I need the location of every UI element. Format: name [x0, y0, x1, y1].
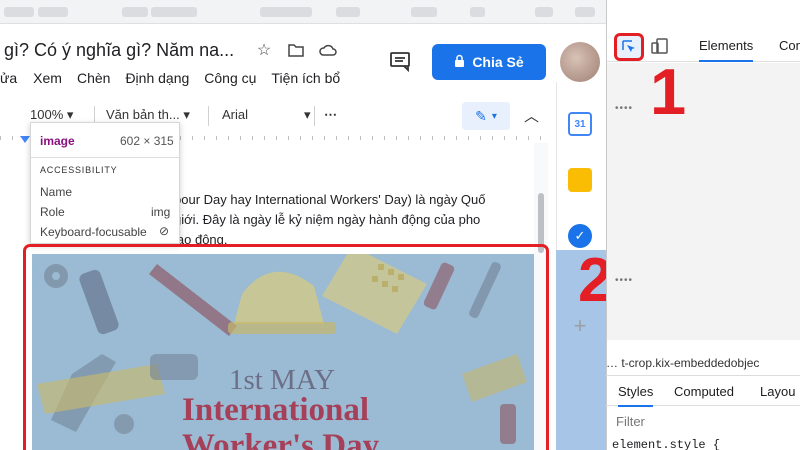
- devtools-toolbar: Elements Con: [607, 28, 800, 62]
- dom-ellipsis: ••••: [615, 103, 634, 114]
- tooltip-key: Name: [40, 185, 73, 199]
- pencil-icon: ✎: [475, 107, 487, 124]
- tab-computed[interactable]: Computed: [674, 384, 734, 399]
- tooltip-divider: [31, 157, 179, 158]
- tooltip-key: Keyboard-focusable: [40, 225, 147, 239]
- font-select[interactable]: Arial ▾: [222, 107, 311, 122]
- cloud-icon[interactable]: [318, 40, 338, 60]
- indent-marker[interactable]: [20, 136, 30, 143]
- tab-console[interactable]: Con: [779, 38, 800, 53]
- share-button[interactable]: Chia Sẻ: [432, 44, 546, 80]
- styles-tabs: Styles Computed Layou: [606, 376, 800, 407]
- dom-breadcrumb[interactable]: … t-crop.kix-embeddedobjec: [606, 356, 800, 376]
- document-title[interactable]: gì? Có ý nghĩa gì? Năm na...: [4, 40, 254, 61]
- menu-tools[interactable]: Công cụ: [204, 70, 256, 90]
- lock-icon: [454, 54, 465, 70]
- tab-layout[interactable]: Layou: [760, 384, 795, 399]
- inspect-element-button[interactable]: [614, 33, 644, 61]
- dom-ellipsis: ••••: [615, 275, 634, 286]
- add-icon[interactable]: +: [568, 313, 592, 338]
- device-toggle-icon[interactable]: [650, 36, 670, 56]
- step-number-1: 1: [650, 55, 687, 128]
- menu-format[interactable]: Định dạng: [125, 70, 189, 90]
- title-actions: ☆: [254, 40, 338, 60]
- toolbar-separator: [314, 106, 315, 126]
- docs-menubar: ửa Xem Chèn Định dạng Công cụ Tiện ích b…: [0, 70, 355, 90]
- inspect-tooltip: image 602 × 315 ACCESSIBILITY Name Role …: [30, 122, 180, 244]
- highlight-box-image: [23, 244, 549, 450]
- document-body-text[interactable]: bour Day hay International Workers' Day)…: [174, 190, 544, 250]
- not-allowed-icon: ⊘: [159, 224, 170, 238]
- zoom-select[interactable]: 100% ▾: [30, 107, 73, 123]
- devtools-dom-area: •••• ••••: [607, 63, 800, 340]
- paragraph-style-select[interactable]: Văn bản th... ▾: [106, 107, 190, 123]
- menu-insert[interactable]: Chèn: [77, 70, 110, 90]
- share-label: Chia Sẻ: [472, 54, 524, 70]
- tooltip-tag: image: [40, 134, 75, 148]
- element-style-rule: element.style {: [612, 438, 721, 450]
- more-icon[interactable]: ⋯: [324, 107, 337, 123]
- toolbar-separator: [208, 106, 209, 126]
- editing-mode-button[interactable]: ✎ ▾: [462, 102, 510, 130]
- star-icon[interactable]: ☆: [254, 40, 274, 60]
- tooltip-dimensions: 602 × 315: [120, 134, 174, 148]
- menu-edit[interactable]: ửa: [0, 70, 17, 90]
- comment-icon[interactable]: [388, 50, 412, 73]
- tooltip-section-title: ACCESSIBILITY: [40, 165, 118, 175]
- calendar-icon[interactable]: 31: [568, 112, 592, 136]
- keep-icon[interactable]: [568, 168, 592, 192]
- avatar[interactable]: [560, 42, 600, 82]
- chevron-down-icon: ▾: [491, 110, 497, 122]
- folder-icon[interactable]: [286, 40, 306, 60]
- tab-elements[interactable]: Elements: [699, 38, 754, 62]
- select-element-icon: [622, 40, 635, 52]
- tab-styles[interactable]: Styles: [618, 384, 654, 407]
- collapse-toolbar-icon[interactable]: ︿: [524, 105, 539, 126]
- tooltip-value: img: [151, 205, 171, 219]
- menu-view[interactable]: Xem: [33, 70, 62, 90]
- bookmarks-bar: [0, 0, 606, 24]
- styles-filter-input[interactable]: Filter: [616, 414, 645, 429]
- tooltip-key: Role: [40, 205, 65, 219]
- menu-extensions[interactable]: Tiện ích bổ: [271, 70, 340, 90]
